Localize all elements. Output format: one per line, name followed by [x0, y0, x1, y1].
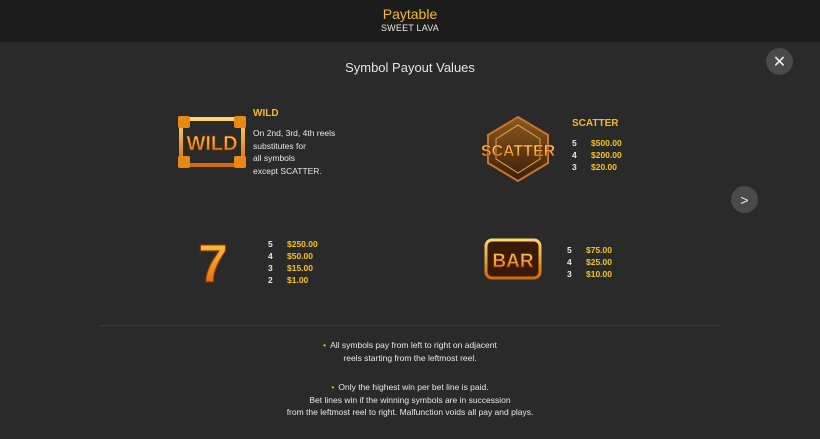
rule-paylines: • All symbols pay from left to right on a…: [0, 339, 820, 364]
payout-row: 4 $25.00: [567, 256, 612, 268]
scatter-symbol-icon: SCATTER: [482, 115, 554, 183]
close-icon: ✕: [772, 53, 787, 71]
section-title: Symbol Payout Values: [345, 60, 475, 75]
payout-row: 5 $250.00: [268, 238, 318, 250]
wild-symbol-text: WILD: [186, 133, 237, 155]
payout-count: 4: [572, 150, 577, 160]
rule-text: Only the highest win per bet line is pai…: [338, 382, 489, 392]
scatter-symbol-text: SCATTER: [482, 143, 554, 160]
bar-symbol-icon: BAR: [484, 238, 542, 280]
close-button[interactable]: ✕: [766, 48, 793, 75]
paytable-header: Paytable SWEET LAVA: [0, 0, 820, 42]
wild-label: WILD: [253, 108, 279, 119]
payout-amount: $20.00: [591, 162, 617, 172]
rule-line: from the leftmost reel to right. Malfunc…: [286, 407, 534, 417]
payout-amount: $15.00: [287, 263, 313, 273]
wild-description: On 2nd, 3rd, 4th reels substitutes for a…: [253, 127, 363, 177]
payout-count: 3: [567, 269, 572, 279]
payout-count: 3: [572, 162, 577, 172]
payout-amount: $200.00: [591, 150, 622, 160]
wild-description-line: substitutes for: [253, 140, 306, 151]
bullet-icon: •: [323, 340, 327, 350]
rule-highest-win: • Only the highest win per bet line is pa…: [0, 381, 820, 419]
wild-description-line: On 2nd, 3rd, 4th reels: [253, 128, 336, 138]
seven-payout-table: 5 $250.00 4 $50.00 3 $15.00 2 $1.00: [268, 238, 318, 286]
payout-amount: $10.00: [586, 269, 612, 279]
wild-description-line: all symbols: [253, 153, 296, 163]
scatter-payout-table: 5 $500.00 4 $200.00 3 $20.00: [572, 137, 622, 173]
payout-amount: $25.00: [586, 257, 612, 267]
payout-row: 3 $10.00: [567, 268, 612, 280]
rule-line: Bet lines win if the winning symbols are…: [309, 394, 511, 405]
bar-symbol-text: BAR: [492, 251, 533, 272]
seven-symbol-icon: 7: [197, 234, 228, 286]
rule-line: • All symbols pay from left to right on a…: [0, 339, 820, 352]
payout-count: 2: [268, 275, 273, 285]
payout-count: 5: [567, 245, 572, 255]
payout-count: 3: [268, 263, 273, 273]
rule-text: All symbols pay from left to right on ad…: [330, 340, 497, 350]
payout-count: 4: [268, 251, 273, 261]
scatter-label: SCATTER: [572, 118, 619, 129]
payout-amount: $250.00: [287, 239, 318, 249]
wild-symbol-icon: WILD: [178, 116, 246, 168]
payout-row: 3 $15.00: [268, 262, 318, 274]
chevron-right-icon: >: [740, 191, 749, 208]
payout-count: 5: [268, 239, 273, 249]
rule-line: • Only the highest win per bet line is pa…: [0, 381, 820, 394]
payout-amount: $75.00: [586, 245, 612, 255]
divider: [100, 325, 720, 326]
payout-row: 5 $75.00: [567, 244, 612, 256]
payout-amount: $500.00: [591, 138, 622, 148]
payout-amount: $1.00: [287, 275, 309, 285]
payout-row: 2 $1.00: [268, 274, 318, 286]
rule-line: reels starting from the leftmost reel.: [343, 352, 477, 363]
bullet-icon: •: [331, 382, 335, 392]
payout-amount: $50.00: [287, 251, 313, 261]
seven-symbol-text: 7: [198, 234, 228, 286]
bar-payout-table: 5 $75.00 4 $25.00 3 $10.00: [567, 244, 612, 280]
payout-row: 3 $20.00: [572, 161, 622, 173]
payout-count: 4: [567, 257, 572, 267]
game-name: SWEET LAVA: [380, 23, 440, 33]
payout-count: 5: [572, 138, 577, 148]
wild-description-line: except SCATTER.: [253, 165, 322, 176]
payout-row: 4 $50.00: [268, 250, 318, 262]
page-title: Paytable: [382, 6, 438, 22]
next-page-button[interactable]: >: [731, 186, 758, 213]
payout-row: 5 $500.00: [572, 137, 622, 149]
payout-row: 4 $200.00: [572, 149, 622, 161]
